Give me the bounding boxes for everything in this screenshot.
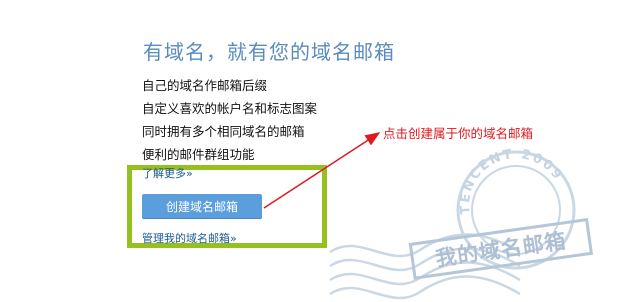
- annotation-arrow: [263, 132, 381, 209]
- domain-mail-promo-page: TENCENT 2009 我的域名邮箱 有域名，就有您的域名邮箱 自己的域名作邮…: [0, 0, 640, 302]
- annotation-text: 点击创建属于你的域名邮箱: [383, 126, 534, 141]
